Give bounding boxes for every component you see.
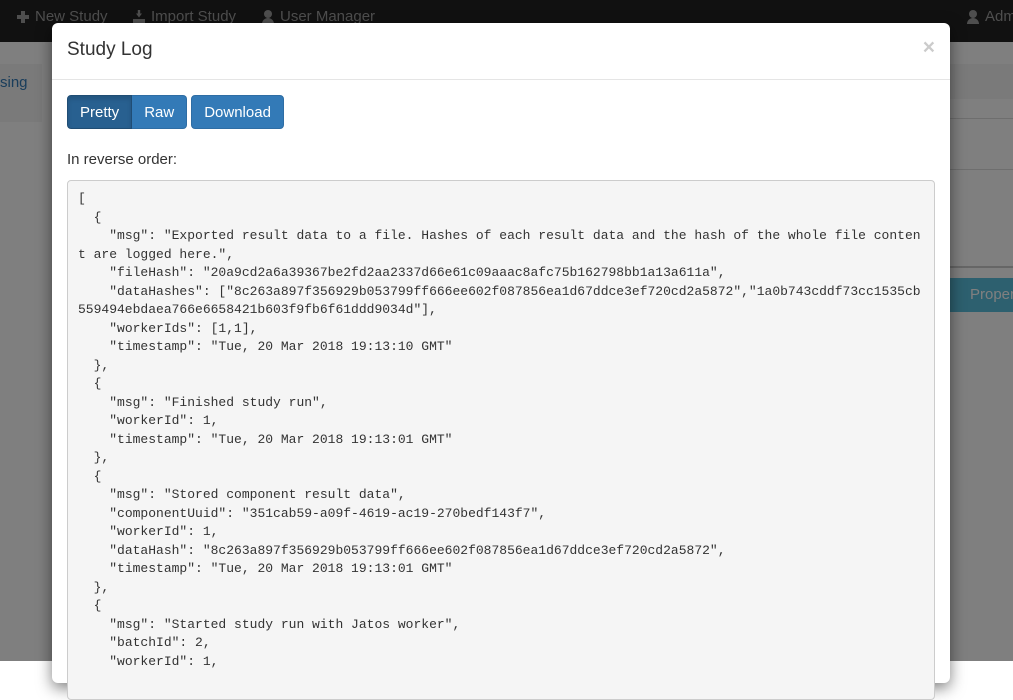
log-line: "msg": "Started study run with Jatos wor… xyxy=(78,616,461,632)
log-line: { xyxy=(78,376,102,391)
log-line: { xyxy=(78,468,102,484)
log-line: "componentUuid": "351cab59-a09f-4619-ac1… xyxy=(78,505,547,521)
log-line: "workerId": 1, xyxy=(78,524,219,539)
log-line: "msg": "Finished study run", xyxy=(78,394,328,410)
order-label: In reverse order: xyxy=(67,151,178,168)
study-log-modal: Study Log × Pretty Raw Download In rever… xyxy=(52,23,950,700)
log-line: "timestamp": "Tue, 20 Mar 2018 19:13:01 … xyxy=(78,431,453,447)
log-line: "dataHash": "8c263a897f356929b053799ff66… xyxy=(78,542,726,558)
log-line: "batchId": 2, xyxy=(78,635,211,650)
modal-header: Study Log × xyxy=(52,23,950,80)
log-line: "msg": "Stored component result data", xyxy=(78,487,406,502)
log-line: }, xyxy=(78,450,110,465)
view-toolbar: Pretty Raw Download xyxy=(67,95,935,129)
modal-title: Study Log xyxy=(67,39,153,60)
close-button[interactable]: × xyxy=(923,37,935,58)
log-content: [ { "msg": "Exported result data to a fi… xyxy=(67,180,935,700)
view-toggle-group: Pretty Raw xyxy=(67,95,188,129)
log-line: "workerId": 1, xyxy=(78,413,219,428)
raw-button[interactable]: Raw xyxy=(132,95,188,129)
log-line: "fileHash": "20a9cd2a6a39367be2fd2aa2337… xyxy=(78,265,726,280)
log-line: "workerIds": [1,1], xyxy=(78,320,258,336)
log-line: "workerId": 1, xyxy=(78,653,219,669)
log-line: }, xyxy=(78,579,110,595)
download-button[interactable]: Download xyxy=(191,95,284,129)
log-line: "dataHashes": ["8c263a897f356929b053799f… xyxy=(78,283,921,318)
log-line: [ xyxy=(78,191,86,206)
pretty-button[interactable]: Pretty xyxy=(67,95,133,129)
log-line: "timestamp": "Tue, 20 Mar 2018 19:13:10 … xyxy=(78,339,453,354)
log-line: "timestamp": "Tue, 20 Mar 2018 19:13:01 … xyxy=(78,561,453,576)
modal-body: Pretty Raw Download In reverse order: [ … xyxy=(67,95,935,700)
log-line: { xyxy=(78,209,102,225)
log-line: { xyxy=(78,598,102,613)
log-line: "msg": "Exported result data to a file. … xyxy=(78,228,921,262)
log-line: }, xyxy=(78,357,110,373)
